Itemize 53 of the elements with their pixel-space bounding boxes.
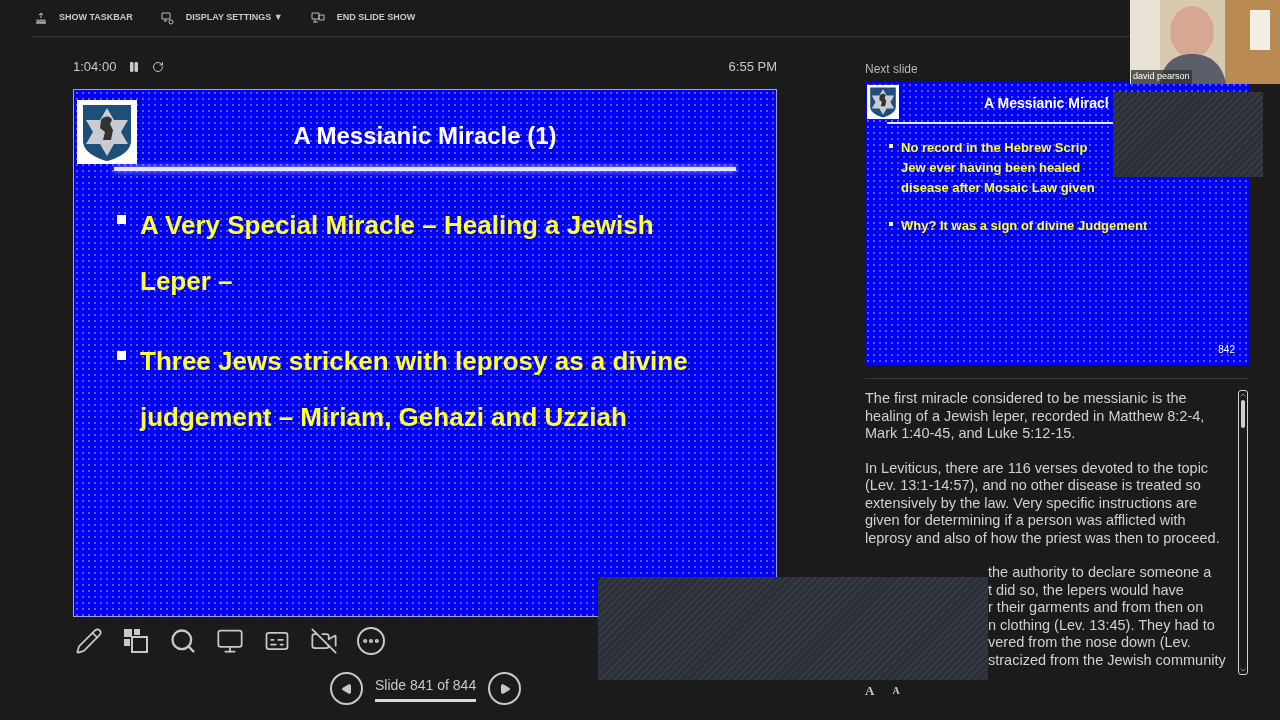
bullet-square [889, 222, 893, 226]
scroll-up-icon[interactable] [1239, 391, 1247, 399]
clock-time: 6:55 PM [728, 58, 777, 77]
monitor-gear-icon [160, 11, 174, 25]
notes-text-line: vered from the nose down (Lev. [988, 634, 1192, 652]
slide-title: A Messianic Miracle (1) [292, 121, 558, 151]
bullet-text: Why? It was a sign of divine Judgement [901, 217, 1148, 235]
taskbar-icon [35, 12, 47, 24]
next-slide-title: A Messianic Miracl [984, 94, 1109, 113]
bullet-text: Three Jews stricken with leprosy as a divine [140, 345, 688, 378]
scroll-down-icon[interactable] [1239, 666, 1247, 674]
right-triangle-icon [498, 682, 511, 695]
increase-font-button[interactable]: A [865, 681, 875, 701]
notes-text-line: n clothing (Lev. 13:45). They had to [988, 616, 1216, 634]
previous-slide-button[interactable] [330, 672, 363, 705]
video-off-icon[interactable] [310, 627, 338, 655]
bullet-square [117, 351, 126, 360]
elapsed-time: 1:04:00 [73, 58, 117, 77]
shield-logo [867, 84, 899, 120]
notes-text-line: the authority to declare someone a [988, 564, 1213, 582]
notes-text-line: stracized from the Jewish community [988, 651, 1227, 669]
pen-icon[interactable] [75, 627, 103, 655]
search-icon[interactable] [169, 627, 197, 655]
toolbar-button[interactable]: SHOW TASKBAR [35, 11, 133, 25]
notes-text-line: r their garments and from then on [988, 599, 1205, 617]
more-icon[interactable] [357, 627, 385, 655]
notes-paragraph: The first miracle considered to be messianic is the healing of a Jewish leper, recorded in Matthew 8:2-4, Mark 1:40-45, and Luke 5:12-15. [865, 390, 1206, 443]
scroll-thumb[interactable] [1241, 400, 1245, 428]
toolbar-button[interactable]: END SLIDE SHOW [310, 11, 416, 25]
slides-grid-icon[interactable] [122, 627, 150, 655]
scrollbar[interactable] [1238, 390, 1248, 675]
restart-icon[interactable] [152, 61, 165, 73]
decrease-font-button[interactable]: A [892, 681, 900, 701]
notes-text-line: t did so, the lepers would have [988, 581, 1185, 599]
toolbar-button[interactable]: DISPLAY SETTINGS ▼ [160, 11, 283, 25]
bullet-text: A Very Special Miracle – Healing a Jewish [140, 209, 654, 242]
shield-logo [77, 99, 137, 165]
monitor-icon [310, 11, 325, 25]
notes-paragraph: In Leviticus, there are 116 verses devoted to the topic (Lev. 13:1-14:57), and no other disease is treated so extensively by the law. Very specific instructions are given for determining if a person was afflicted with leprosy and also of how the priest was then to proceed. [865, 459, 1221, 547]
bullet-text: judgement – Miriam, Gehazi and Uzziah [140, 401, 628, 434]
left-triangle-icon [340, 682, 353, 695]
bullet-text: Jew ever having been healed [901, 159, 1082, 177]
slide-number: 842 [1218, 343, 1235, 357]
next-slide-button[interactable] [488, 672, 522, 705]
next-slide-label: Next slide [865, 61, 918, 76]
bullet-text: Leper – [140, 265, 234, 298]
bullet-text: No record in the Hebrew Scrip [901, 139, 1089, 157]
participant-name: david pearson [1131, 70, 1192, 84]
pause-icon[interactable] [128, 61, 141, 73]
bullet-text: disease after Mosaic Law given [901, 179, 1095, 197]
bullet-square [889, 144, 893, 148]
bullet-square [117, 215, 126, 224]
slide-counter: Slide 841 of 844 [375, 675, 477, 702]
